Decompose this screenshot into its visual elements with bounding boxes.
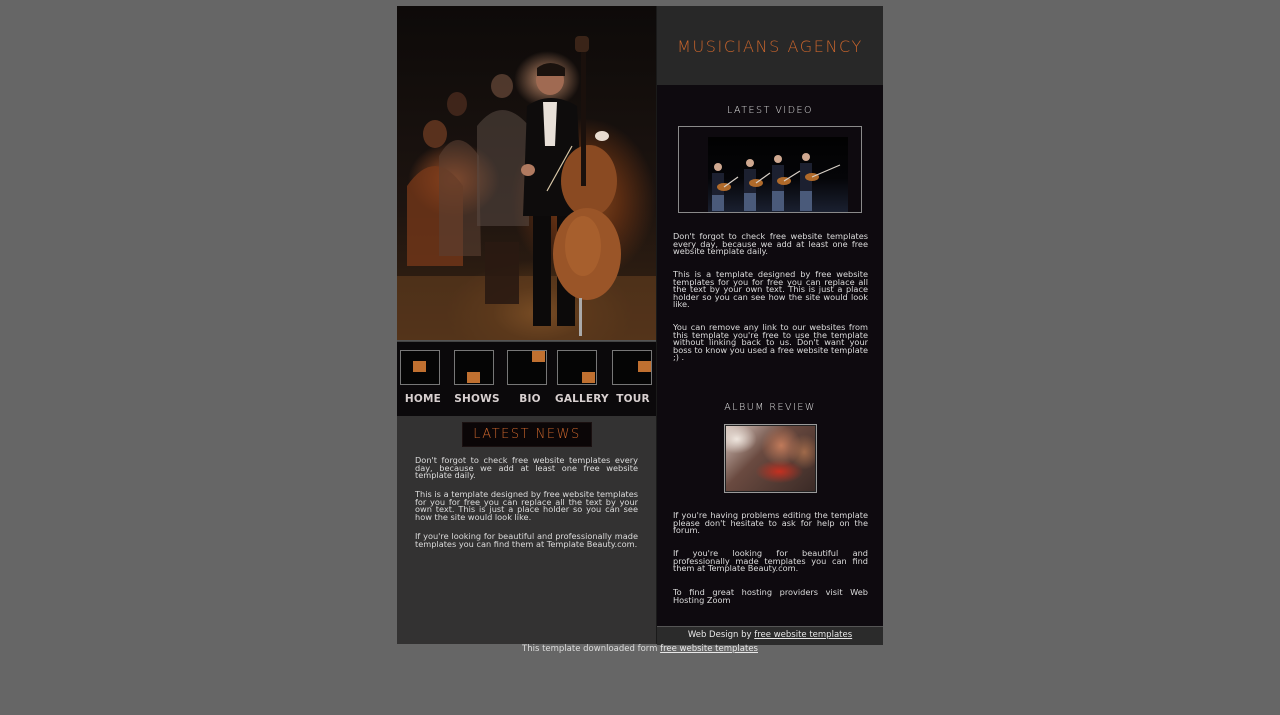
nav-home[interactable]: HOME bbox=[397, 342, 449, 416]
latest-news-heading: LATEST NEWS bbox=[462, 422, 592, 447]
left-column: HOME SHOWS BIO GALLERY TOUR LATEST NEWS … bbox=[397, 6, 657, 644]
nav-gallery-label: GALLERY bbox=[555, 393, 609, 405]
nav-gallery[interactable]: GALLERY bbox=[554, 342, 609, 416]
video-paragraph: This is a template designed by free webs… bbox=[673, 269, 868, 310]
nav-tour-label: TOUR bbox=[616, 393, 650, 405]
footer-credit: Web Design by bbox=[687, 630, 752, 640]
nav-bio-icon bbox=[507, 350, 547, 385]
news-paragraph: If you're looking for beautiful and prof… bbox=[415, 531, 638, 549]
video-thumbnail[interactable] bbox=[708, 137, 848, 212]
download-text: This template downloaded form bbox=[522, 644, 658, 654]
site-title: MUSICIANS AGENCY bbox=[677, 37, 863, 56]
guitarists-illustration bbox=[712, 153, 841, 211]
album-paragraph: If you're having problems editing the te… bbox=[673, 510, 868, 536]
nav-bio[interactable]: BIO bbox=[504, 342, 556, 416]
video-paragraph: Don't forgot to check free website templ… bbox=[673, 231, 868, 257]
nav-shows-icon bbox=[454, 350, 494, 385]
nav-home-icon bbox=[400, 350, 440, 385]
nav-tour-icon bbox=[612, 350, 652, 385]
download-link[interactable]: free website templates bbox=[660, 644, 758, 654]
page-container: HOME SHOWS BIO GALLERY TOUR LATEST NEWS … bbox=[397, 6, 883, 645]
news-paragraph: This is a template designed by free webs… bbox=[415, 489, 638, 522]
nav-shows[interactable]: SHOWS bbox=[451, 342, 503, 416]
latest-video-heading: LATEST VIDEO bbox=[726, 105, 814, 116]
download-note: This template downloaded form free websi… bbox=[0, 644, 1280, 654]
cellist-illustration bbox=[397, 36, 656, 340]
nav-tour[interactable]: TOUR bbox=[607, 342, 659, 416]
brand-header: MUSICIANS AGENCY bbox=[657, 6, 883, 85]
album-cover[interactable] bbox=[724, 424, 817, 493]
nav-home-label: HOME bbox=[404, 393, 442, 405]
cellist-photo bbox=[397, 6, 656, 341]
main-nav: HOME SHOWS BIO GALLERY TOUR bbox=[397, 341, 656, 416]
video-player[interactable] bbox=[678, 126, 862, 213]
nav-bio-label: BIO bbox=[519, 393, 541, 405]
video-paragraph: You can remove any link to our websites … bbox=[673, 322, 868, 363]
album-review-heading: ALBUM REVIEW bbox=[724, 402, 816, 413]
nav-shows-label: SHOWS bbox=[454, 393, 500, 405]
album-cover-image bbox=[726, 426, 815, 491]
album-paragraph: If you're looking for beautiful and prof… bbox=[673, 548, 868, 574]
album-paragraph: To find great hosting providers visit We… bbox=[673, 587, 868, 605]
footer-link[interactable]: free website templates bbox=[754, 630, 852, 640]
nav-gallery-icon bbox=[557, 350, 597, 385]
right-column: MUSICIANS AGENCY LATEST VIDEO Don't forg… bbox=[657, 6, 883, 645]
news-paragraph: Don't forgot to check free website templ… bbox=[415, 455, 638, 481]
footer: Web Design by free website templates bbox=[657, 626, 883, 645]
